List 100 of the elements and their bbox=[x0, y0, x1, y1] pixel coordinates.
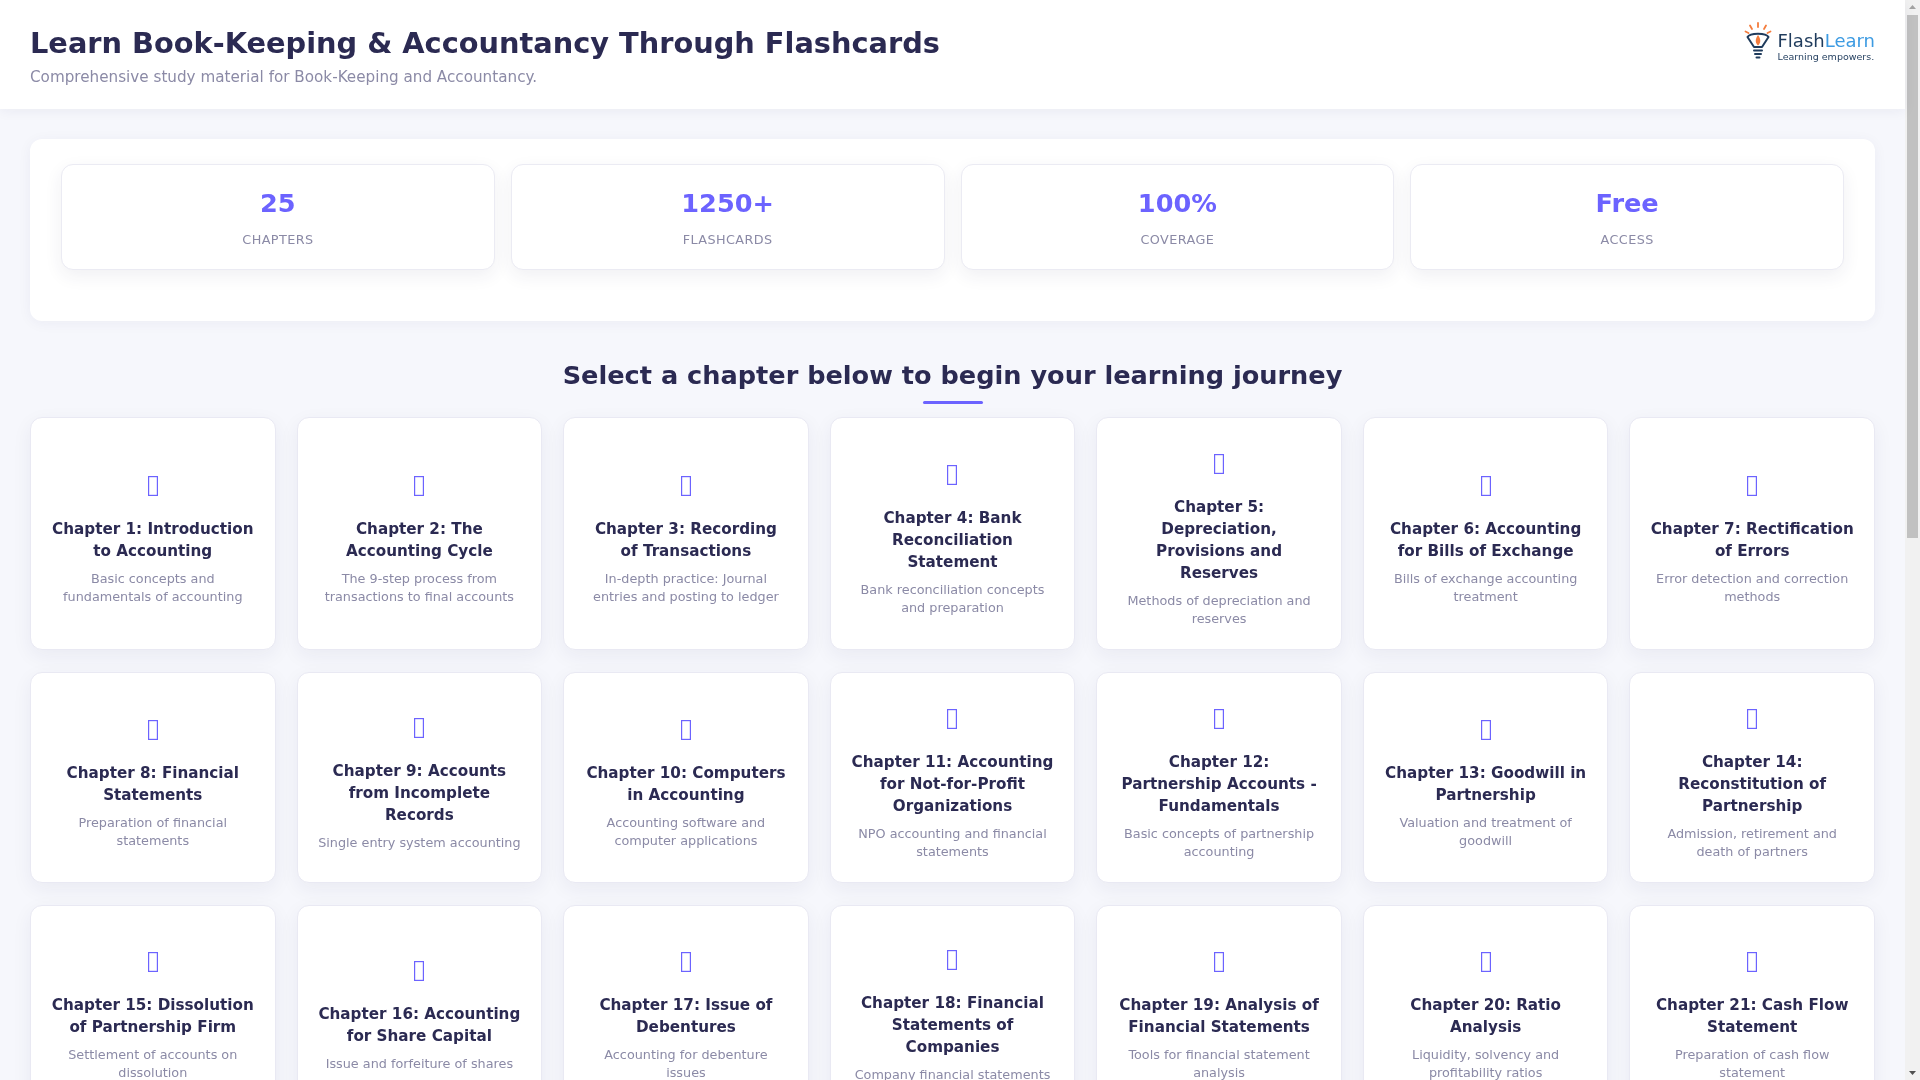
scrollbar-thumb[interactable] bbox=[1907, 15, 1918, 538]
chapter-title: Chapter 6: Accounting for Bills of Exchange bbox=[1388, 519, 1583, 562]
chapter-title: Chapter 15: Dissolution of Partnership Firm bbox=[51, 994, 255, 1038]
chapter-title: Chapter 5: Depreciation, Provisions and Reserves bbox=[1155, 497, 1283, 584]
chapter-title: Chapter 12: Partnership Accounts - Fundamentals bbox=[1120, 751, 1318, 817]
chapter-description: Preparation of financial statements bbox=[77, 813, 229, 850]
scrollbar[interactable] bbox=[1905, 0, 1920, 1080]
chapter-card[interactable]: Chapter 8: Financial Statements Preparation of financial statements bbox=[30, 671, 276, 883]
chapter-card[interactable]: Chapter 12: Partnership Accounts - Fundamentals Basic concepts of partnership accounting bbox=[1096, 671, 1342, 883]
glyph-box-icon bbox=[947, 465, 958, 485]
chapter-title: Chapter 7: Rectification of Errors bbox=[1650, 519, 1854, 562]
glyph-box-icon bbox=[414, 717, 425, 738]
stat-value: 25 bbox=[260, 187, 296, 219]
stat-label: ACCESS bbox=[1600, 231, 1654, 249]
chapter-title: Chapter 3: Recording of Transactions bbox=[593, 519, 778, 562]
chapter-card[interactable]: Chapter 21: Cash Flow Statement Preparation of cash flow statement bbox=[1629, 904, 1875, 1080]
chapter-title: Chapter 1: Introduction to Accounting bbox=[51, 519, 255, 562]
chapter-card[interactable]: Chapter 19: Analysis of Financial Statements Tools for financial statement analysis bbox=[1096, 904, 1342, 1080]
glyph-box-icon bbox=[680, 719, 691, 740]
chapter-title: Chapter 10: Computers in Accounting bbox=[585, 762, 787, 806]
chapter-description: Accounting for debenture issues bbox=[603, 1045, 769, 1080]
scroll-up-arrow-icon[interactable] bbox=[1909, 5, 1916, 9]
page-subtitle: Comprehensive study material for Book-Keeping and Accountancy. bbox=[30, 67, 539, 88]
glyph-box-icon bbox=[1214, 951, 1225, 972]
chapter-card[interactable]: Chapter 11: Accounting for Not-for-Profit Organizations NPO accounting and financial statements bbox=[829, 671, 1076, 883]
chapter-title: Chapter 9: Accounts from Incomplete Records bbox=[331, 760, 508, 826]
section-heading: Select a chapter below to begin your learning journey bbox=[562, 359, 1343, 391]
glyph-box-icon bbox=[414, 476, 425, 496]
chapter-card[interactable]: Chapter 3: Recording of Transactions In-depth practice: Journal entries and posting to ledger bbox=[563, 417, 809, 650]
glyph-box-icon bbox=[1480, 476, 1491, 496]
stat-value: Free bbox=[1595, 187, 1659, 219]
chapter-card[interactable]: Chapter 14: Reconstitution of Partnership Admission, retirement and death of partners bbox=[1629, 671, 1875, 883]
chapter-description: Bank reconciliation concepts and preparation bbox=[859, 581, 1046, 617]
chapter-description: Methods of depreciation and reserves bbox=[1126, 592, 1312, 628]
chapter-card[interactable]: Chapter 4: Bank Reconciliation Statement Bank reconciliation concepts and preparation bbox=[829, 417, 1076, 650]
chapter-card[interactable]: Chapter 17: Issue of Debentures Accounting for debenture issues bbox=[563, 904, 809, 1080]
glyph-box-icon bbox=[1747, 951, 1758, 972]
chapter-card[interactable]: Chapter 16: Accounting for Share Capital Issue and forfeiture of shares bbox=[296, 904, 543, 1080]
chapter-card[interactable]: Chapter 2: The Accounting Cycle The 9-step process from transactions to final accounts bbox=[296, 417, 543, 650]
chapter-description: NPO accounting and financial statements bbox=[857, 824, 1048, 861]
chapter-description: Preparation of cash flow statement bbox=[1673, 1045, 1831, 1080]
chapter-description: Liquidity, solvency and profitability ratios bbox=[1411, 1045, 1561, 1080]
chapter-description: Accounting software and computer applications bbox=[605, 813, 767, 850]
stat-label: CHAPTERS bbox=[242, 231, 314, 249]
chapter-title: Chapter 14: Reconstitution of Partnership bbox=[1677, 751, 1828, 817]
stat-label: FLASHCARDS bbox=[682, 231, 773, 249]
chapter-description: Basic concepts and fundamentals of accounting bbox=[62, 570, 244, 606]
chapter-title: Chapter 2: The Accounting Cycle bbox=[344, 519, 494, 562]
chapter-description: Basic concepts of partnership accounting bbox=[1123, 824, 1316, 861]
chapter-description: Issue and forfeiture of shares bbox=[325, 1054, 514, 1073]
chapter-title: Chapter 13: Goodwill in Partnership bbox=[1384, 762, 1588, 806]
glyph-box-icon bbox=[1480, 719, 1491, 740]
logo-tagline: Learning empowers. bbox=[1777, 51, 1875, 63]
glyph-box-icon bbox=[1214, 708, 1225, 729]
chapter-title: Chapter 19: Analysis of Financial Statements bbox=[1118, 994, 1320, 1038]
glyph-box-icon bbox=[680, 476, 691, 496]
chapter-description: The 9-step process from transactions to final accounts bbox=[323, 570, 515, 606]
chapter-description: Error detection and correction methods bbox=[1655, 570, 1850, 606]
chapter-title: Chapter 8: Financial Statements bbox=[65, 762, 240, 806]
chapter-description: Bills of exchange accounting treatment bbox=[1392, 570, 1579, 606]
chapter-card[interactable]: Chapter 7: Rectification of Errors Error detection and correction methods bbox=[1629, 417, 1875, 650]
glyph-box-icon bbox=[1747, 476, 1758, 496]
glyph-box-icon bbox=[414, 960, 425, 981]
stat-value: 1250+ bbox=[681, 187, 774, 219]
chapter-title: Chapter 18: Financial Statements of Companies bbox=[859, 992, 1045, 1058]
glyph-box-icon bbox=[1747, 708, 1758, 729]
chapter-title: Chapter 4: Bank Reconciliation Statement bbox=[882, 508, 1023, 573]
stat-value: 100% bbox=[1137, 187, 1217, 219]
stat-label: COVERAGE bbox=[1140, 231, 1215, 249]
chapter-card[interactable]: Chapter 9: Accounts from Incomplete Records Single entry system accounting bbox=[296, 671, 543, 883]
chapter-description: Single entry system accounting bbox=[318, 833, 521, 852]
glyph-box-icon bbox=[680, 951, 691, 972]
chapter-title: Chapter 11: Accounting for Not-for-Profit Organizations bbox=[850, 751, 1055, 817]
chapter-card[interactable]: Chapter 6: Accounting for Bills of Exchange Bills of exchange accounting treatment bbox=[1362, 417, 1609, 650]
chapter-card[interactable]: Chapter 15: Dissolution of Partnership Firm Settlement of accounts on dissolution bbox=[30, 904, 276, 1080]
chapter-title: Chapter 17: Issue of Debentures bbox=[598, 994, 774, 1038]
glyph-box-icon bbox=[1214, 454, 1225, 474]
page-title: Learn Book-Keeping & Accountancy Through Flashcards bbox=[30, 25, 940, 61]
logo-wordmark: FlashLearn bbox=[1777, 32, 1875, 50]
chapter-description: Valuation and treatment of goodwill bbox=[1398, 813, 1573, 850]
chapter-description: Tools for financial statement analysis bbox=[1127, 1045, 1311, 1080]
chapter-card[interactable]: Chapter 10: Computers in Accounting Accounting software and computer applications bbox=[563, 671, 809, 883]
chapter-card[interactable]: Chapter 13: Goodwill in Partnership Valuation and treatment of goodwill bbox=[1362, 671, 1609, 883]
chapter-title: Chapter 20: Ratio Analysis bbox=[1409, 994, 1562, 1038]
chapter-description: Settlement of accounts on dissolution bbox=[67, 1045, 239, 1080]
chapter-description: In-depth practice: Journal entries and posting to ledger bbox=[592, 570, 780, 606]
chapter-description: Admission, retirement and death of partners bbox=[1666, 824, 1838, 861]
scroll-down-arrow-icon[interactable] bbox=[1909, 1071, 1916, 1075]
glyph-box-icon bbox=[147, 719, 158, 740]
glyph-box-icon bbox=[947, 708, 958, 729]
glyph-box-icon bbox=[147, 951, 158, 972]
glyph-box-icon bbox=[1480, 951, 1491, 972]
chapter-title: Chapter 21: Cash Flow Statement bbox=[1654, 994, 1850, 1038]
chapter-card[interactable]: Chapter 20: Ratio Analysis Liquidity, solvency and profitability ratios bbox=[1362, 904, 1609, 1080]
chapter-card[interactable]: Chapter 1: Introduction to Accounting Basic concepts and fundamentals of accounting bbox=[30, 417, 276, 650]
glyph-box-icon bbox=[947, 949, 958, 970]
glyph-box-icon bbox=[147, 476, 158, 496]
chapter-title: Chapter 16: Accounting for Share Capital bbox=[317, 1003, 522, 1047]
lightbulb-logo-icon bbox=[1743, 22, 1772, 60]
chapter-card[interactable]: Chapter 5: Depreciation, Provisions and Reserves Methods of depreciation and reserves bbox=[1096, 417, 1342, 650]
